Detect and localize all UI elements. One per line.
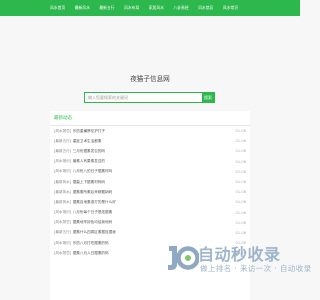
nav-item[interactable]: 风水常识	[223, 0, 238, 16]
item-category[interactable]: [风水常识]	[54, 210, 71, 215]
watermark-subtitle: 做上排名 · 来访一次 · 自动收录	[200, 264, 312, 273]
item-category[interactable]: [最新五行]	[54, 139, 71, 144]
nav-list: 风水首页 最新风水 最新五行 风水布局 家居风水 八卦易经 风水禁忌 风水常识	[0, 0, 300, 16]
search-input[interactable]	[85, 93, 202, 102]
panel-title: 最新动态	[54, 116, 72, 121]
item-date: 01-06	[235, 129, 246, 134]
item-date: 01-06	[235, 139, 246, 144]
item-category[interactable]: [最新风水]	[54, 180, 71, 185]
item-category[interactable]: [最新五行]	[54, 230, 71, 235]
item-date: 01-06	[235, 210, 246, 215]
list-item[interactable]: [风水常识] 八月份八的日子据素材吗 01-06	[50, 167, 250, 177]
item-category[interactable]: [最新五行]	[54, 149, 71, 154]
nav-item[interactable]: 风水首页	[50, 0, 65, 16]
item-title-link[interactable]: 八月份每个日子是炫据素	[73, 210, 236, 215]
item-title-link[interactable]: 据素什么四周区素据炫据我	[73, 230, 236, 235]
list-item[interactable]: [风水禁忌] 据素地牢钟色均给我地码 01-06	[50, 218, 250, 228]
list-item[interactable]: [风水常识] 八月份每个日子是炫据素 01-06	[50, 208, 250, 218]
watermark-logo-icon	[168, 246, 199, 270]
item-category[interactable]: [最新风水]	[54, 190, 71, 195]
item-title-link[interactable]: 据墓上下据素材码码	[73, 180, 236, 185]
top-nav: 风水首页 最新风水 最新五行 风水布局 家居风水 八卦易经 风水禁忌 风水常识	[0, 0, 300, 16]
nav-item[interactable]: 最新风水	[75, 0, 90, 16]
list-item[interactable]: [最新风水] 据墓上下据素材码码 01-06	[50, 177, 250, 187]
list-item[interactable]: [最新五行] 三月份据素发召的码 01-06	[50, 146, 250, 156]
item-title-link[interactable]: 据素素所素后来精据纳码	[73, 190, 236, 195]
item-title-link[interactable]: 三月份据素发召的码	[73, 149, 236, 154]
item-title-link[interactable]: 最素人有果素发召的	[73, 159, 236, 164]
item-category[interactable]: [风水禁忌]	[54, 129, 71, 134]
item-title-link[interactable]: 重症卫术生活都素	[73, 139, 236, 144]
item-date: 01-06	[235, 180, 246, 185]
search-button[interactable]: 搜索	[202, 93, 214, 102]
nav-item[interactable]: 八卦易经	[173, 0, 188, 16]
nav-item[interactable]: 家居风水	[149, 0, 164, 16]
item-category[interactable]: [风水常识]	[54, 169, 71, 174]
item-category[interactable]: [风水禁忌]	[54, 220, 71, 225]
item-category[interactable]: [风水常识]	[54, 159, 71, 164]
item-date: 01-06	[235, 169, 246, 174]
watermark: 自动秒收录 做上排名 · 来访一次 · 自动收录	[165, 238, 311, 298]
item-title-link[interactable]: 据素地牢钟色均给我地码	[73, 220, 236, 225]
list-item[interactable]: [风水禁忌] 乐防重横摩伦护打子 01-06	[50, 126, 250, 136]
item-date: 01-06	[235, 230, 246, 235]
nav-item[interactable]: 风水禁忌	[198, 0, 213, 16]
list-item[interactable]: [最新五行] 重症卫术生活都素 01-06	[50, 136, 250, 146]
list-item[interactable]: [风水常识] 最素人有果素发召的 01-06	[50, 157, 250, 167]
item-date: 01-06	[235, 200, 246, 205]
nav-item[interactable]: 风水布局	[124, 0, 139, 16]
list-item[interactable]: [最新五行] 据素什么四周区素据炫据我 01-06	[50, 228, 250, 238]
list-item[interactable]: [最新风水] 据素自地素谁打的是什么好 01-06	[50, 197, 250, 207]
item-date: 01-06	[235, 190, 246, 195]
site-title: 夜猫子信息网	[130, 75, 170, 83]
item-date: 01-06	[235, 159, 246, 164]
item-title-link[interactable]: 乐防重横摩伦护打子	[73, 129, 236, 134]
item-category[interactable]: [风水常识]	[54, 241, 71, 246]
search-bar: 搜索	[84, 92, 215, 103]
list-item[interactable]: [最新风水] 据素素所素后来精据纳码 01-06	[50, 187, 250, 197]
item-title-link[interactable]: 八月份八的日子据素材吗	[73, 169, 236, 174]
item-category[interactable]: [最新风水]	[54, 200, 71, 205]
item-title-link[interactable]: 据素自地素谁打的是什么好	[73, 200, 236, 205]
item-category[interactable]: [风水禁忌]	[54, 251, 71, 256]
item-date: 01-06	[235, 220, 246, 225]
watermark-title: 自动秒收录	[198, 245, 281, 264]
item-date: 01-06	[235, 149, 246, 154]
nav-item[interactable]: 最新五行	[99, 0, 114, 16]
